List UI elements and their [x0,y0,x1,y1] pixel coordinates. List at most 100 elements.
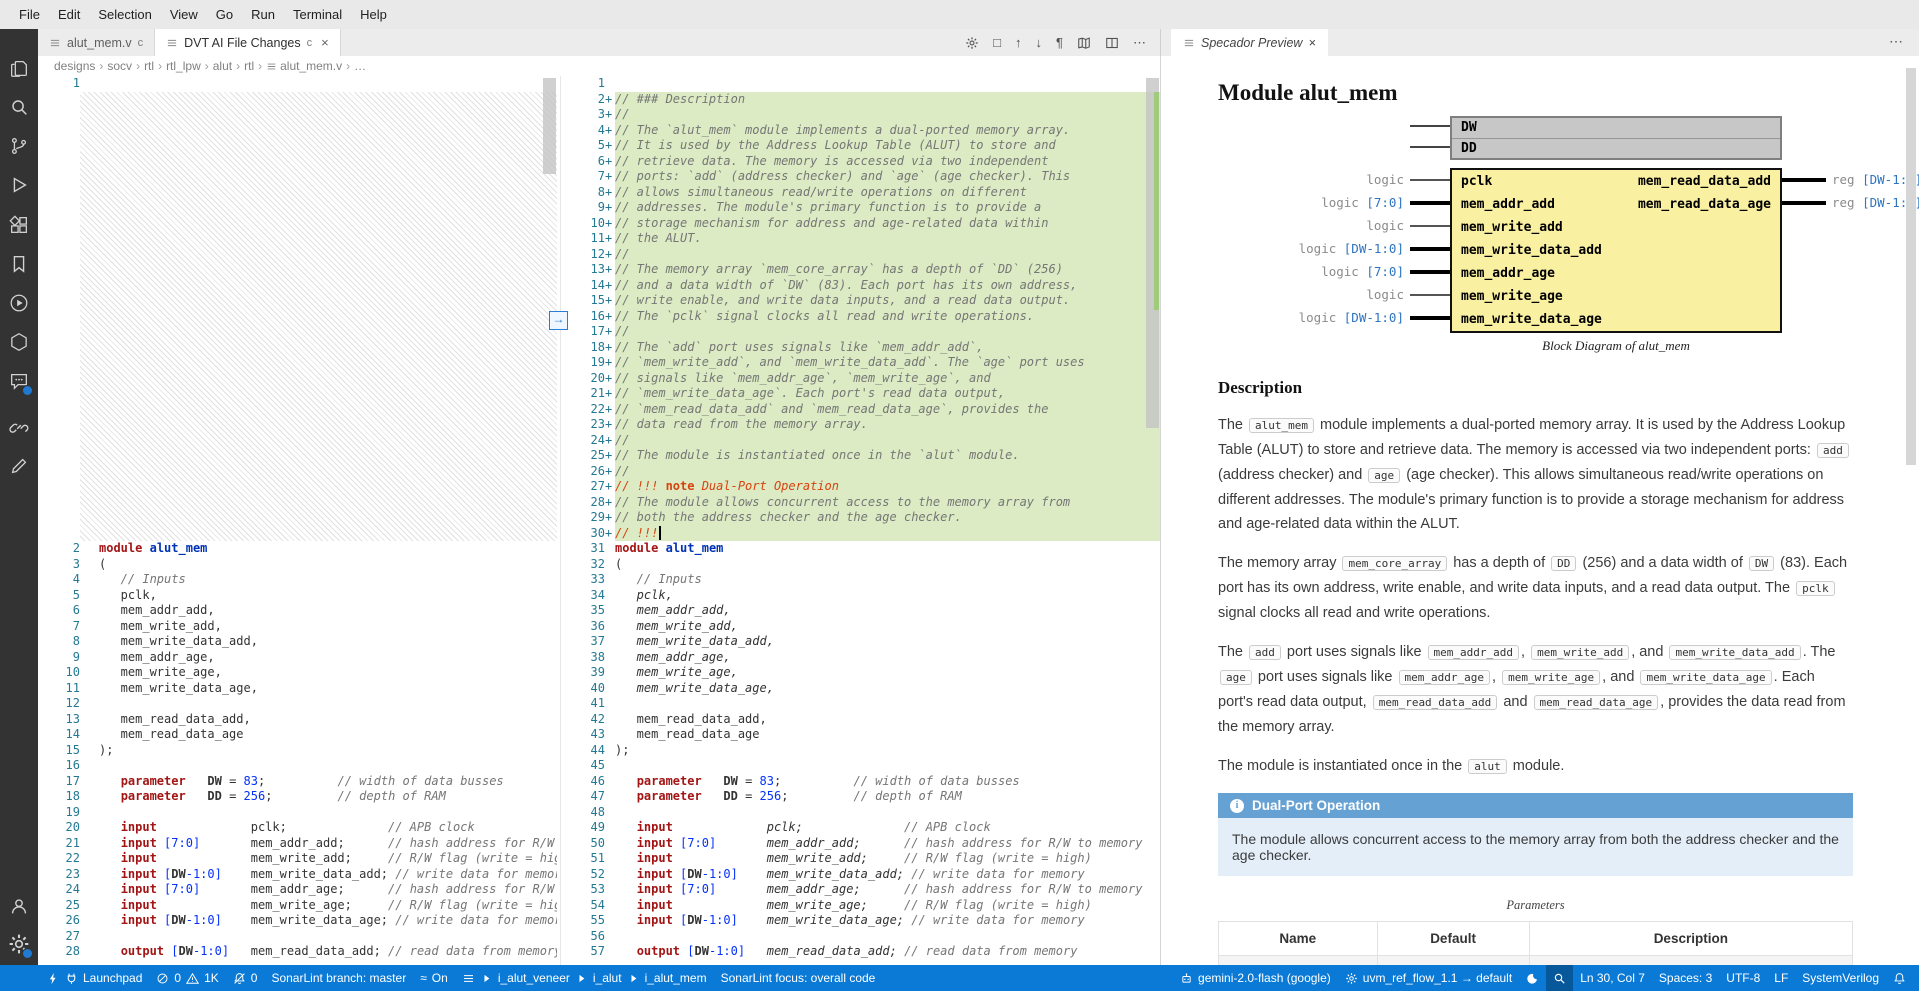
status-scope-path[interactable]: i_alut_veneeri_aluti_alut_mem [455,965,714,991]
extensions-icon[interactable] [0,206,38,244]
menu-view[interactable]: View [161,7,207,22]
menu-terminal[interactable]: Terminal [284,7,351,22]
more-actions-icon[interactable]: ⋯ [1133,35,1146,51]
breadcrumb-item-rtl[interactable]: rtl [244,59,254,73]
trace-icon[interactable] [0,408,38,446]
diff-marker: + [605,324,615,340]
menu-edit[interactable]: Edit [49,7,89,22]
prev-change-icon[interactable]: ↑ [1015,35,1022,50]
close-icon[interactable]: × [321,35,329,50]
split-editor-icon [1105,36,1119,50]
explorer-icon[interactable] [0,49,38,87]
status-ai-model[interactable]: gemini-2.0-flash (google) [1173,965,1338,991]
file-icon [49,37,61,49]
settings-icon[interactable] [965,36,979,50]
open-preview-icon[interactable] [1077,36,1091,50]
layout-icon[interactable]: □ [993,35,1001,50]
diff-marker [605,805,615,821]
token [673,820,767,834]
line-number: 36 [561,619,605,635]
status-text: 1K [204,971,219,985]
edit-tools-icon[interactable] [0,447,38,485]
status-sonarlint-branch[interactable]: SonarLint branch: master [264,965,413,991]
menu-run[interactable]: Run [242,7,284,22]
tab-specador-preview[interactable]: Specador Preview× [1171,29,1328,56]
token [157,882,164,896]
chat-icon[interactable] [0,362,38,400]
breadcrumb-item-[interactable]: … [354,59,366,73]
line-number: 24 [561,433,605,449]
line-content: mem_write_data_age, [615,681,1161,697]
whitespace-icon[interactable]: ¶ [1056,35,1063,50]
text: module. [1509,758,1565,774]
breadcrumb-item-rtl_lpw[interactable]: rtl_lpw [166,59,201,73]
token: // [615,247,629,261]
status-indentation[interactable]: Spaces: 3 [1652,965,1719,991]
settings-gear-icon[interactable] [0,925,38,963]
status-text: ≈ [420,971,427,985]
token: // read data from memory [388,944,557,958]
code-line: 41 [561,696,1161,712]
status-theme-toggle[interactable] [1519,965,1546,991]
editor-toolbar: □ ↑ ↓ ¶ ⋯ [965,29,1146,56]
menu-help[interactable]: Help [351,7,396,22]
status-launchpad[interactable]: Launchpad [40,965,149,991]
line-content: input [7:0] mem_addr_add; // hash addres… [615,836,1161,852]
status-cursor-position[interactable]: Ln 30, Col 7 [1573,965,1652,991]
account-icon[interactable] [0,887,38,925]
status-sonarlint-on[interactable]: ≈On [413,965,455,991]
menu-file[interactable]: File [10,7,49,22]
search-icon[interactable] [0,88,38,126]
port-type: logic [1366,172,1404,187]
diff-marker [80,929,90,945]
dvt-icon[interactable] [0,323,38,361]
code-line: 1 [38,76,557,92]
code-line: 53 input [7:0] mem_addr_age; // hash add… [561,882,1161,898]
run-verification-icon[interactable] [0,284,38,322]
tab-dvt-ai-file-changes[interactable]: DVT AI File Changesc× [155,29,341,56]
breadcrumb-item-alut_mem.v[interactable]: alut_mem.v [266,59,342,73]
apply-change-arrow-button[interactable]: → [549,311,568,330]
status-notifications[interactable] [1886,965,1913,991]
menu-selection[interactable]: Selection [89,7,160,22]
tab-alut-mem-v[interactable]: alut_mem.vc [38,29,155,56]
token: // R/W flag (write = high) [904,851,1092,865]
status-search-status[interactable] [1546,965,1573,991]
breadcrumb-item-alut[interactable]: alut [213,59,232,73]
breadcrumb-item-socv[interactable]: socv [107,59,132,73]
close-icon[interactable]: × [1308,36,1315,50]
status-notifications-muted[interactable]: 0 [226,965,265,991]
bookmarks-icon[interactable] [0,245,38,283]
diff-marker: + [605,464,615,480]
diff-editor-modified[interactable]: 12+// ### Description3+//4+// The `alut_… [560,76,1161,965]
line-content: parameter DD = 256; // depth of RAM [615,789,1161,805]
inline-code: mem_addr_add [1428,645,1519,660]
line-number: 43 [561,727,605,743]
panel-more-icon[interactable]: ⋯ [1889,33,1903,50]
status-flow[interactable]: uvm_ref_flow_1.1 → default [1338,965,1519,991]
line-number: 10 [561,216,605,232]
split-editor-icon[interactable] [1105,36,1119,50]
line-number: 6 [38,603,80,619]
breadcrumb-item-rtl[interactable]: rtl [144,59,154,73]
menu-go[interactable]: Go [207,7,242,22]
breadcrumb-label: … [354,59,366,73]
token: 83 [760,774,774,788]
status-eol[interactable]: LF [1767,965,1795,991]
status-language-mode[interactable]: SystemVerilog [1795,965,1886,991]
scrollbar-thumb-left[interactable] [543,78,556,174]
line-content: output [DW-1:0] mem_read_data_add; // re… [90,944,557,960]
breadcrumb-item-designs[interactable]: designs [54,59,95,73]
code-line: 36 mem_write_add, [561,619,1161,635]
diff-editor-original[interactable]: 12module alut_mem3(4 // Inputs5 pclk,6 m… [38,76,557,965]
run-debug-icon[interactable] [0,166,38,204]
source-control-icon[interactable] [0,127,38,165]
line-number: 4 [561,123,605,139]
next-change-icon[interactable]: ↓ [1036,35,1043,50]
status-problems[interactable]: 01K [149,965,225,991]
status-encoding[interactable]: UTF-8 [1719,965,1767,991]
status-sonarlint-focus[interactable]: SonarLint focus: overall code [714,965,883,991]
code-line: 19+// `mem_write_add`, and `mem_write_da… [561,355,1161,371]
input-stub [1410,270,1450,274]
scrollbar-thumb-panel[interactable] [1906,68,1916,465]
